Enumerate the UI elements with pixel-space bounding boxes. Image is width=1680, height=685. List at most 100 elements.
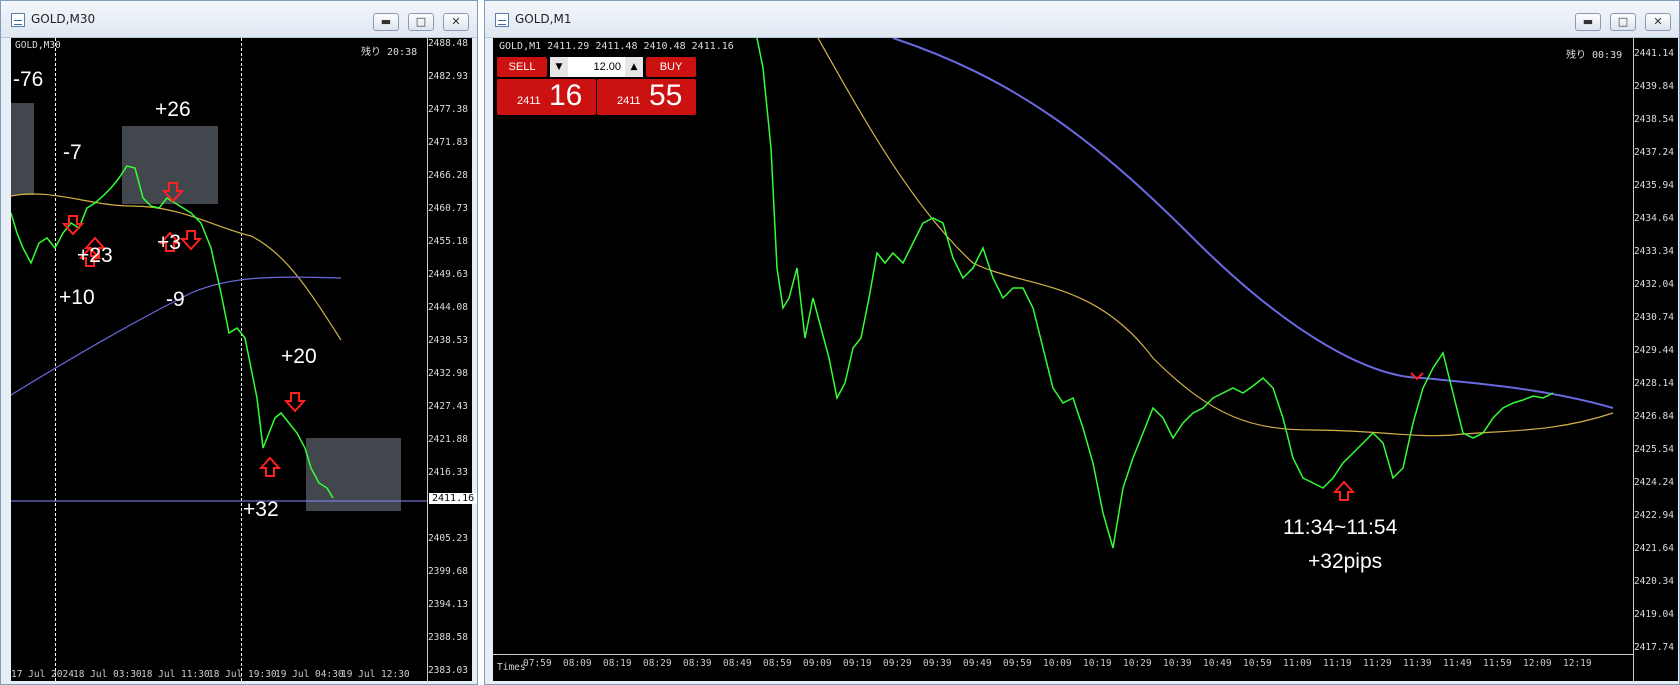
price-tick: 2471.83 — [427, 137, 468, 148]
price-tick: 2383.03 — [427, 665, 468, 676]
trade-result-label: +3 — [157, 231, 181, 254]
price-tick: 2449.63 — [427, 269, 468, 280]
time-tick: 12:09 — [1523, 658, 1552, 669]
price-tick: 2421.64 — [1633, 543, 1674, 554]
trade-result-label: +26 — [155, 98, 191, 121]
left-titlebar[interactable]: GOLD,M30 ▬ □ ✕ — [1, 1, 477, 38]
right-chart-window[interactable]: GOLD,M1 ▬ □ ✕ GOLD,M1 2411.29 2411.48 24… — [484, 0, 1680, 685]
time-tick: 08:19 — [603, 658, 632, 669]
price-tick: 2388.58 — [427, 632, 468, 643]
time-tick: 11:59 — [1483, 658, 1512, 669]
right-window-title: GOLD,M1 — [515, 12, 572, 26]
price-tick: 2433.34 — [1633, 246, 1674, 257]
time-tick: 19 Jul 12:30 — [341, 669, 410, 680]
time-tick: 08:29 — [643, 658, 672, 669]
trade-result-label: -76 — [13, 68, 44, 91]
price-tick: 2438.53 — [427, 335, 468, 346]
left-window-title: GOLD,M30 — [31, 12, 96, 26]
minimize-button[interactable]: ▬ — [373, 13, 399, 31]
price-tick: 2428.14 — [1633, 378, 1674, 389]
time-tick: 11:19 — [1323, 658, 1352, 669]
maximize-button[interactable]: □ — [408, 13, 434, 31]
price-tick: 2429.44 — [1633, 345, 1674, 356]
close-button[interactable]: ✕ — [1645, 13, 1671, 31]
price-tick: 2422.94 — [1633, 510, 1674, 521]
price-tick: 2424.24 — [1633, 477, 1674, 488]
time-tick: 11:29 — [1363, 658, 1392, 669]
time-tick: 18 Jul 19:30 — [208, 669, 277, 680]
price-tick: 2417.74 — [1633, 642, 1674, 653]
trade-result-label: +10 — [59, 286, 95, 309]
trade-result-label: -9 — [166, 288, 185, 311]
time-tick: 08:09 — [563, 658, 592, 669]
price-tick: 2399.68 — [427, 566, 468, 577]
price-tick: 2477.38 — [427, 104, 468, 115]
price-tick: 2394.13 — [427, 599, 468, 610]
up-arrow-icon — [258, 456, 282, 477]
right-time-axis: Times 07:59 08:09 08:19 08:29 08:39 08:4… — [493, 654, 1633, 681]
time-tick: 09:59 — [1003, 658, 1032, 669]
time-tick: 10:29 — [1123, 658, 1152, 669]
trade-result-label: +20 — [281, 345, 317, 368]
price-tick: 2439.84 — [1633, 81, 1674, 92]
time-tick: 19 Jul 04:30 — [275, 669, 344, 680]
close-button[interactable]: ✕ — [443, 13, 469, 31]
price-tick: 2466.28 — [427, 170, 468, 181]
price-tick: 2419.04 — [1633, 609, 1674, 620]
maximize-button[interactable]: □ — [1610, 13, 1636, 31]
chart-window-icon — [11, 13, 25, 27]
chart-window-icon — [495, 13, 509, 27]
price-tick: 2455.18 — [427, 236, 468, 247]
price-tick: 2482.93 — [427, 71, 468, 82]
time-tick: 12:19 — [1563, 658, 1592, 669]
right-ma-fast — [817, 38, 1614, 437]
right-titlebar[interactable]: GOLD,M1 ▬ □ ✕ — [485, 1, 1679, 38]
time-tick: 08:49 — [723, 658, 752, 669]
price-tick: 2444.08 — [427, 302, 468, 313]
price-tick: 2432.04 — [1633, 279, 1674, 290]
time-tick: 11:39 — [1403, 658, 1432, 669]
down-arrow-icon — [283, 392, 307, 413]
price-tick: 2416.33 — [427, 467, 468, 478]
time-tick: 10:59 — [1243, 658, 1272, 669]
price-tick: 2426.84 — [1633, 411, 1674, 422]
price-tick: 2460.73 — [427, 203, 468, 214]
left-chart-area[interactable]: GOLD,M30 残り 20:38 -76 +26 -7 +23 +3 +10 … — [11, 38, 427, 681]
time-axis-label: Times — [497, 662, 526, 673]
price-tick: 2437.24 — [1633, 147, 1674, 158]
up-arrow-icon — [1332, 480, 1356, 501]
price-tick: 2441.14 — [1633, 48, 1674, 59]
trade-pips-annotation: +32pips — [1308, 550, 1383, 573]
time-tick: 08:59 — [763, 658, 792, 669]
time-tick: 17 Jul 2024 — [11, 669, 74, 680]
right-price-chart — [756, 38, 1614, 549]
right-ma-slow — [892, 38, 1614, 409]
time-tick: 09:19 — [843, 658, 872, 669]
trade-result-label: +32 — [243, 498, 279, 521]
left-price-axis: 2488.48 2482.93 2477.38 2471.83 2466.28 … — [427, 38, 478, 681]
current-price-box: 2411.16 — [429, 493, 478, 504]
price-tick: 2432.98 — [427, 368, 468, 379]
right-chart-area[interactable]: GOLD,M1 2411.29 2411.48 2410.48 2411.16 … — [493, 38, 1633, 681]
trade-time-annotation: 11:34~11:54 — [1283, 516, 1398, 539]
time-tick: 09:49 — [963, 658, 992, 669]
left-price-chart — [11, 165, 427, 502]
price-tick: 2435.94 — [1633, 180, 1674, 191]
minimize-button[interactable]: ▬ — [1575, 13, 1601, 31]
price-tick: 2420.34 — [1633, 576, 1674, 587]
trade-result-label: +23 — [77, 244, 113, 267]
time-tick: 09:39 — [923, 658, 952, 669]
time-tick: 09:29 — [883, 658, 912, 669]
price-tick: 2421.88 — [427, 434, 468, 445]
time-tick: 11:09 — [1283, 658, 1312, 669]
time-tick: 11:49 — [1443, 658, 1472, 669]
down-arrow-icon — [179, 230, 203, 251]
right-price-line — [756, 38, 1554, 549]
time-tick: 18 Jul 03:30 — [73, 669, 142, 680]
price-tick: 2430.74 — [1633, 312, 1674, 323]
left-ma-fast — [11, 193, 342, 341]
right-price-axis: 2441.14 2439.84 2438.54 2437.24 2435.94 … — [1633, 38, 1678, 681]
time-tick: 10:09 — [1043, 658, 1072, 669]
left-chart-window[interactable]: GOLD,M30 ▬ □ ✕ GOLD,M30 残り 20:38 -76 +26… — [0, 0, 478, 685]
time-tick: 07:59 — [523, 658, 552, 669]
